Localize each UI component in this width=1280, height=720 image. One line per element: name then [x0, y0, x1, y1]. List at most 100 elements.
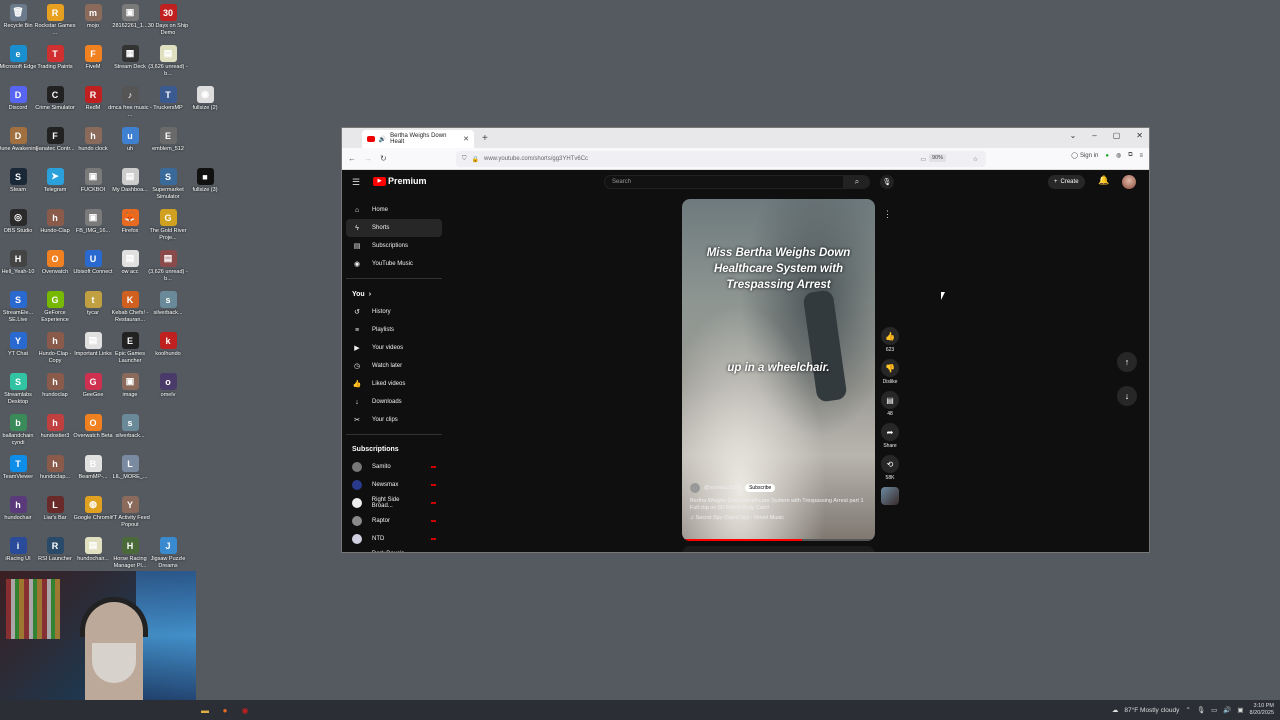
desktop-icon[interactable]: ▤ My Dashboa...: [112, 168, 148, 194]
desktop-icon[interactable]: T TeamViewer: [0, 455, 36, 481]
avatar[interactable]: [1122, 175, 1136, 189]
desktop-icon[interactable]: h hundochair: [0, 496, 36, 522]
desktop-icon[interactable]: R RedM: [75, 86, 111, 112]
desktop-icon[interactable]: O Overwatch: [37, 250, 73, 276]
desktop-icon[interactable]: O Overwatch Beta: [73, 414, 113, 440]
search-input[interactable]: Search: [604, 175, 844, 189]
minimize-button[interactable]: –: [1092, 131, 1096, 140]
desktop-icon[interactable]: ▤ Important Links: [74, 332, 112, 358]
sidebar-subscription-item[interactable]: Dark Dave's Mirror: [346, 548, 442, 552]
desktop-icon[interactable]: s silverback...: [112, 414, 148, 440]
zoom-level[interactable]: 90%: [928, 154, 946, 162]
desktop-icon[interactable]: ◍ Google Chrome: [74, 496, 112, 522]
globe-icon[interactable]: ◍: [1116, 152, 1121, 159]
sound-thumbnail[interactable]: [881, 487, 899, 505]
tray-chevron-icon[interactable]: ⌃: [1185, 706, 1190, 714]
guide-menu-icon[interactable]: ☰: [352, 177, 360, 188]
channel-name[interactable]: @screenz1000: [704, 485, 741, 491]
notifications-bell-icon[interactable]: 🔔: [1098, 175, 1109, 186]
desktop-icon[interactable]: D Dune Awakening: [0, 127, 39, 153]
next-short-button[interactable]: ↓: [1117, 386, 1137, 406]
voice-search-button[interactable]: 🎙: [880, 175, 894, 189]
share-button[interactable]: ➦: [881, 423, 899, 441]
reload-button[interactable]: ↻: [380, 154, 387, 163]
desktop-icon[interactable]: F Fanatec Contr...: [35, 127, 75, 153]
desktop-icon[interactable]: L Liar's Bar: [37, 496, 73, 522]
desktop-icon[interactable]: ▦ Stream Deck: [112, 45, 148, 71]
desktop-icon[interactable]: ▣ 28162261_1...: [112, 4, 148, 30]
previous-short-button[interactable]: ↑: [1117, 352, 1137, 372]
desktop-icon[interactable]: S Streamlabs Desktop: [0, 373, 36, 405]
subscribe-button[interactable]: Subscribe: [745, 484, 776, 492]
desktop-icon[interactable]: o omelv: [150, 373, 186, 399]
tray-extra-icon[interactable]: ▣: [1237, 706, 1243, 714]
file-explorer-taskbar-icon[interactable]: ▬: [198, 703, 212, 717]
desktop-icon[interactable]: ➤ Telegram: [37, 168, 73, 194]
sidebar-you-header[interactable]: You ›: [346, 285, 442, 303]
desktop-icon[interactable]: H Hell_Yeah-10: [0, 250, 36, 276]
sidebar-item-liked-videos[interactable]: 👍 Liked videos: [346, 375, 442, 393]
extensions-puzzle-icon[interactable]: ⧉: [1128, 152, 1132, 159]
sidebar-subscription-item[interactable]: Right Side Broad...: [346, 494, 442, 512]
desktop-icon[interactable]: S Steam: [0, 168, 36, 194]
desktop-icon[interactable]: T Trading Paints: [37, 45, 73, 71]
forward-button[interactable]: →: [364, 154, 372, 163]
desktop-icon[interactable]: ◉ fullsize (2): [187, 86, 223, 112]
desktop-icon[interactable]: h Hundo-Clap: [37, 209, 73, 235]
desktop-icon[interactable]: G GeForce Experience: [37, 291, 73, 323]
desktop-icon[interactable]: T TruckersMP: [150, 86, 186, 112]
sidebar-item-subscriptions[interactable]: ▤ Subscriptions: [346, 237, 442, 255]
address-bar[interactable]: ⛉ 🔒 www.youtube.com/shorts/gg3YHTv6Cc ▭ …: [456, 151, 986, 167]
sidebar-item-watch-later[interactable]: ◷ Watch later: [346, 357, 442, 375]
maximize-button[interactable]: ▢: [1113, 131, 1121, 140]
volume-icon[interactable]: 🔊: [1223, 706, 1231, 714]
desktop-icon[interactable]: F FiveM: [75, 45, 111, 71]
desktop-icon[interactable]: i iRacing UI: [0, 537, 36, 563]
desktop-icon[interactable]: R RSI Launcher: [37, 537, 73, 563]
short-description[interactable]: Bertha Weighs Down Healthcare System wit…: [690, 498, 867, 512]
tab-list-icon[interactable]: ⌄: [1070, 131, 1077, 140]
desktop-icon[interactable]: 30 30 Days on Ship Demo: [148, 4, 188, 36]
search-button[interactable]: ⌕: [844, 175, 870, 189]
desktop-icon[interactable]: m mojo: [75, 4, 111, 30]
desktop-icon[interactable]: ▣ image: [112, 373, 148, 399]
desktop-icon[interactable]: b ballandchain cyndi: [0, 414, 36, 446]
reader-view-icon[interactable]: ▭: [920, 156, 926, 163]
desktop-icon[interactable]: ◎ OBS Studio: [0, 209, 36, 235]
desktop-icon[interactable]: L LIL_MORE_...: [112, 455, 148, 481]
desktop-icon[interactable]: G The Gold River Proje...: [150, 209, 187, 241]
sidebar-subscription-item[interactable]: NTD: [346, 530, 442, 548]
desktop-icon[interactable]: ▣ FUCKBOI: [75, 168, 111, 194]
desktop-icon[interactable]: S StreamEle... SE.Live: [0, 291, 36, 323]
shield-icon[interactable]: ⛉: [462, 156, 467, 163]
desktop-icon[interactable]: ▤ (3,626 unread) - b...: [148, 250, 188, 282]
youtube-premium-logo[interactable]: ▶ Premium: [373, 176, 427, 186]
desktop-icon[interactable]: h hundo clock: [75, 127, 111, 153]
weather-text[interactable]: 87°F Mostly cloudy: [1124, 707, 1179, 714]
desktop-icon[interactable]: R Rockstar Games ...: [35, 4, 75, 36]
desktop-icon[interactable]: ■ fullsize (3): [187, 168, 223, 194]
desktop-icon[interactable]: G GeeGee: [75, 373, 111, 399]
desktop-icon[interactable]: B BeamMP-...: [75, 455, 111, 481]
desktop-icon[interactable]: E Epic Games Launcher: [112, 332, 148, 364]
desktop-icon[interactable]: h hundoclap...: [37, 455, 73, 481]
extension-icon[interactable]: ●: [1105, 153, 1109, 159]
speaker-icon[interactable]: 🔊: [379, 136, 386, 143]
desktop-icon[interactable]: h hundoclap: [37, 373, 73, 399]
sidebar-item-downloads[interactable]: ↓ Downloads: [346, 393, 442, 411]
sign-in-button[interactable]: ◯ Sign in: [1071, 152, 1098, 160]
desktop-icon[interactable]: ♪ dmca free music - ...: [108, 86, 152, 118]
desktop-icon[interactable]: h hundostier3: [37, 414, 73, 440]
create-button[interactable]: + Create: [1048, 175, 1085, 189]
more-options-icon[interactable]: ⋮: [883, 209, 892, 220]
sidebar-subscription-item[interactable]: Raptor: [346, 512, 442, 530]
desktop-icon[interactable]: 🗑 Recycle Bin: [0, 4, 36, 30]
desktop-icon[interactable]: 🦊 Firefox: [112, 209, 148, 235]
sidebar-item-playlists[interactable]: ≡ Playlists: [346, 321, 442, 339]
bookmark-star-icon[interactable]: ☆: [973, 156, 978, 163]
desktop-icon[interactable]: H Horse Racing Manager Pl...: [112, 537, 148, 569]
lock-icon[interactable]: 🔒: [472, 156, 479, 163]
desktop-icon[interactable]: U Ubisoft Connect: [73, 250, 113, 276]
desktop-icon[interactable]: k koolhundo: [150, 332, 186, 358]
mic-tray-icon[interactable]: 🎙: [1197, 706, 1205, 714]
